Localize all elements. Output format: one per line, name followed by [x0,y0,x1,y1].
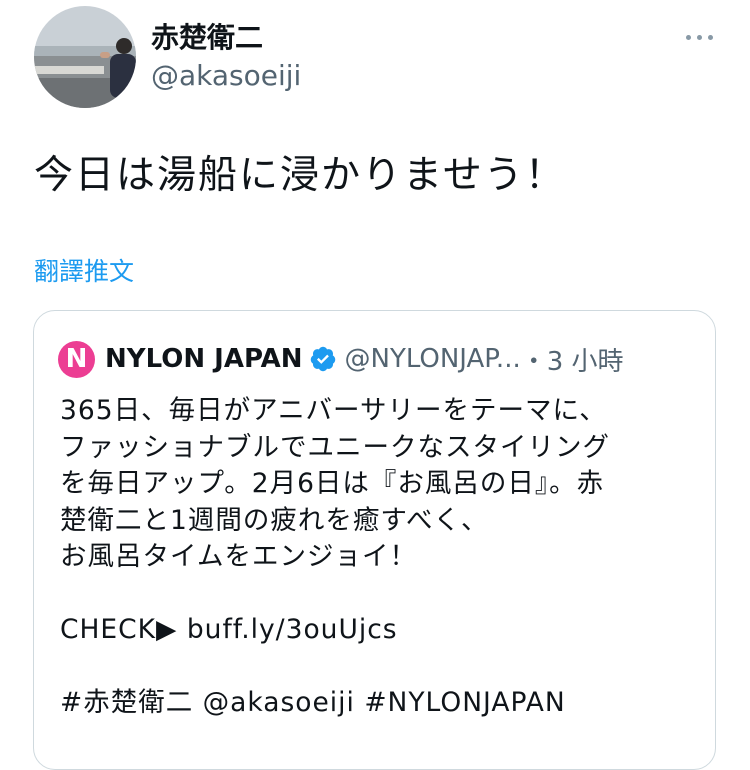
author-handle[interactable]: @akasoeiji [151,58,301,94]
more-options-icon[interactable] [674,22,724,52]
line-break [60,649,700,686]
quoted-account-avatar[interactable]: N [58,340,95,378]
quoted-text-line: を毎日アップ。2月6日は『お風呂の日』。赤 [60,468,605,499]
translate-tweet-link[interactable]: 翻譯推文 [34,254,134,290]
quoted-text-line: ファッショナブルでユニークなスタイリング [60,431,610,463]
quoted-text-line: 楚衛二と1週間の疲れを癒すべく、 [60,504,489,536]
quoted-text-line: 365日、毎日がアニバーサリーをテーマに、 [60,395,607,426]
quoted-hashtags-line[interactable]: #赤楚衛二 @akasoeiji #NYLONJAPAN [60,685,700,722]
quoted-account-handle[interactable]: @NYLONJAP... [345,344,521,374]
verified-badge-icon [310,346,335,372]
quoted-tweet-card[interactable]: N NYLON JAPAN @NYLONJAP... ・3 小時 365日、毎日… [33,310,716,770]
quoted-tweet-body: 365日、毎日がアニバーサリーをテーマに、 ファッショナブルでユニークなスタイリ… [60,393,700,722]
quoted-text-line: お風呂タイムをエンジョイ！ [60,541,417,572]
quoted-account-name[interactable]: NYLON JAPAN [105,344,303,374]
quoted-tweet-time: ・3 小時 [520,346,624,377]
tweet-text: 今日は湯船に浸かりませう！ [34,153,566,198]
avatar[interactable] [34,6,136,108]
quoted-link-line[interactable]: CHECK▶ buff.ly/3ouUjcs [60,612,700,649]
author-display-name[interactable]: 赤楚衛二 [151,18,263,58]
quoted-tweet-header: N NYLON JAPAN @NYLONJAP... ・3 小時 [58,339,698,379]
line-break [60,576,700,613]
quoted-account-logo-letter: N [65,343,88,374]
